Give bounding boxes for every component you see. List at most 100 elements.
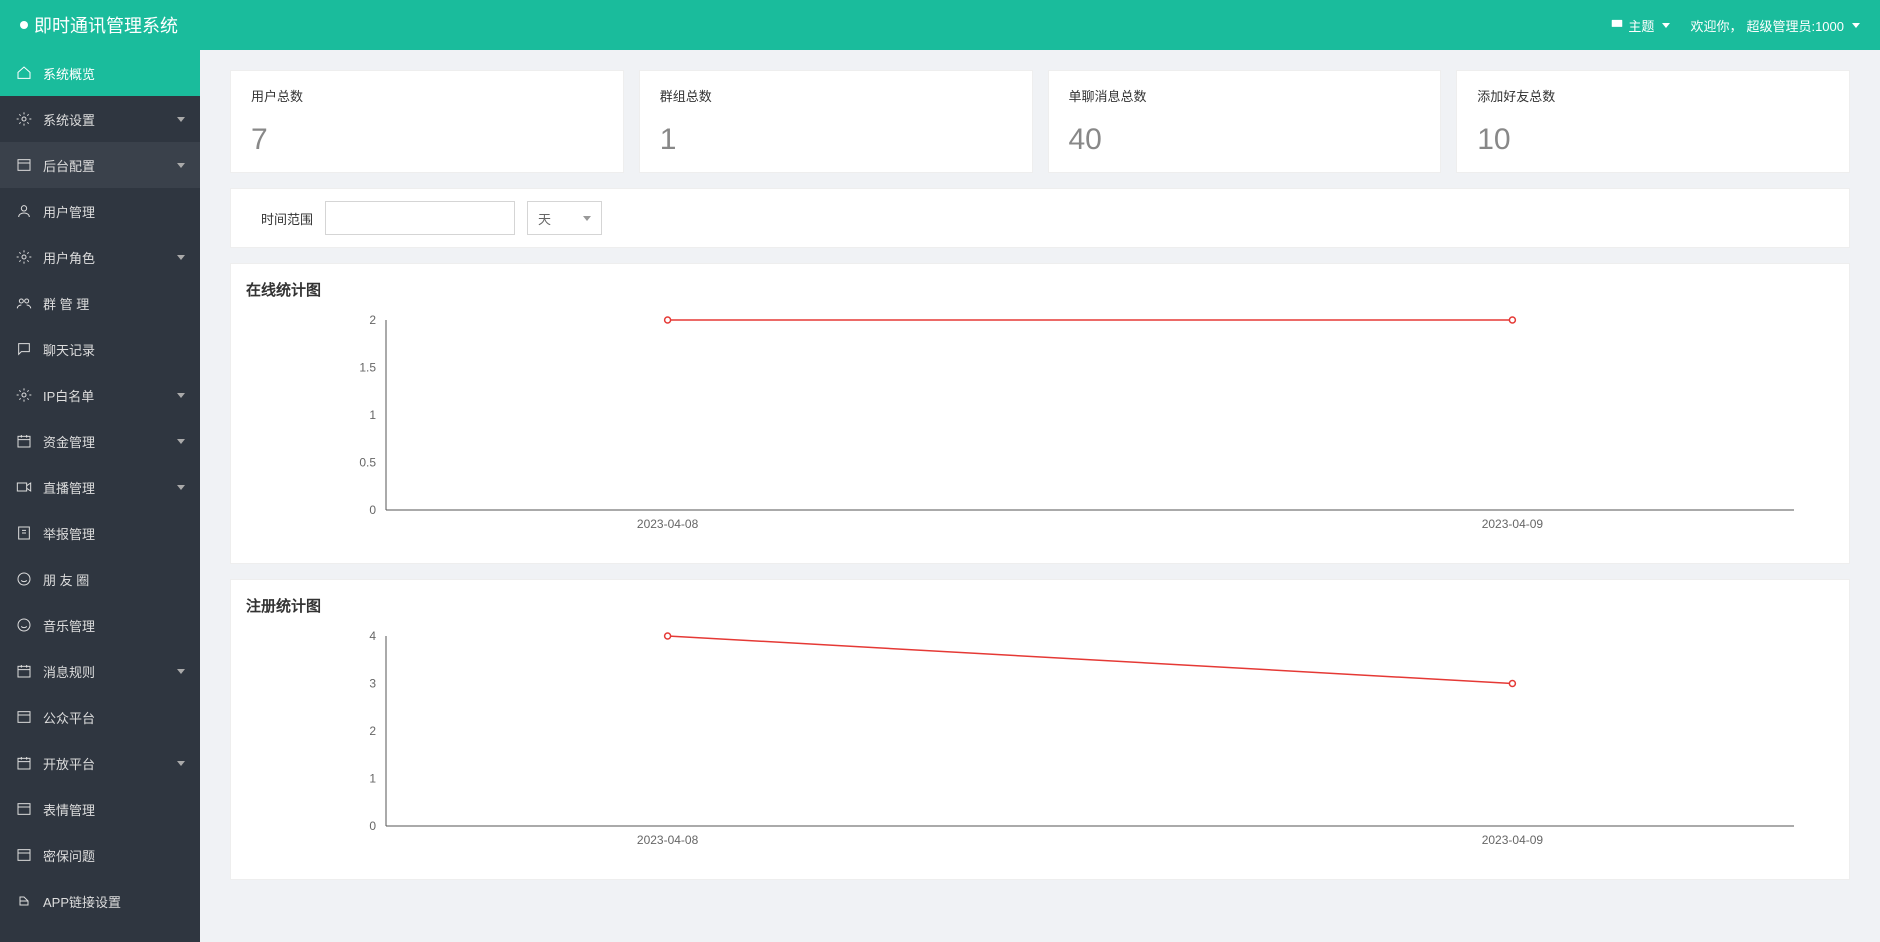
sidebar-item-6[interactable]: 聊天记录	[0, 326, 200, 372]
caret-down-icon	[1852, 23, 1860, 28]
online-line-chart: 00.511.522023-04-082023-04-09	[246, 310, 1834, 540]
sidebar-item-label: 开放平台	[43, 754, 95, 773]
unit-select-value: 天	[538, 209, 551, 228]
sidebar-item-label: APP链接设置	[43, 892, 121, 911]
sidebar-item-10[interactable]: 举报管理	[0, 510, 200, 556]
stat-label: 群组总数	[660, 86, 1012, 105]
sidebar-item-label: 系统概览	[43, 64, 95, 83]
sidebar-item-label: 举报管理	[43, 524, 95, 543]
chart-title: 在线统计图	[246, 279, 1834, 300]
report-icon	[15, 524, 33, 542]
stat-value: 1	[660, 123, 1012, 157]
svg-text:1.5: 1.5	[359, 361, 376, 375]
sidebar-item-5[interactable]: 群 管 理	[0, 280, 200, 326]
video-icon	[15, 478, 33, 496]
theme-dropdown[interactable]: 主题	[1610, 16, 1670, 35]
stat-card-messages: 单聊消息总数 40	[1048, 70, 1442, 173]
sidebar-item-18[interactable]: APP链接设置	[0, 878, 200, 924]
unit-select[interactable]: 天	[527, 201, 602, 235]
sidebar-item-label: 资金管理	[43, 432, 95, 451]
stat-label: 单聊消息总数	[1069, 86, 1421, 105]
register-line-chart: 012342023-04-082023-04-09	[246, 626, 1834, 856]
stat-value: 10	[1477, 123, 1829, 157]
user-dropdown[interactable]: 欢迎你， 超级管理员:1000	[1690, 16, 1860, 35]
sidebar-item-12[interactable]: 音乐管理	[0, 602, 200, 648]
sidebar-item-16[interactable]: 表情管理	[0, 786, 200, 832]
sidebar-item-13[interactable]: 消息规则	[0, 648, 200, 694]
chevron-down-icon	[177, 669, 185, 674]
svg-text:2023-04-08: 2023-04-08	[637, 517, 699, 531]
sidebar-item-4[interactable]: 用户角色	[0, 234, 200, 280]
app-title-wrap: 即时通讯管理系统	[20, 12, 178, 38]
sidebar-item-label: IP白名单	[43, 386, 94, 405]
sidebar-item-label: 公众平台	[43, 708, 95, 727]
sidebar-item-label: 音乐管理	[43, 616, 95, 635]
chat-icon	[15, 340, 33, 358]
caret-down-icon	[583, 216, 591, 221]
chevron-down-icon	[177, 163, 185, 168]
sidebar-item-label: 聊天记录	[43, 340, 95, 359]
sidebar-item-label: 群 管 理	[43, 294, 89, 313]
sidebar-item-1[interactable]: 系统设置	[0, 96, 200, 142]
stat-label: 添加好友总数	[1477, 86, 1829, 105]
register-chart-panel: 注册统计图 012342023-04-082023-04-09	[230, 579, 1850, 880]
calendar-icon	[15, 754, 33, 772]
sidebar-item-2[interactable]: 后台配置	[0, 142, 200, 188]
chevron-down-icon	[177, 117, 185, 122]
svg-text:0: 0	[369, 819, 376, 833]
svg-text:2023-04-08: 2023-04-08	[637, 833, 699, 847]
sidebar-item-14[interactable]: 公众平台	[0, 694, 200, 740]
filter-label: 时间范围	[261, 209, 313, 228]
stat-card-groups: 群组总数 1	[639, 70, 1033, 173]
sidebar-item-11[interactable]: 朋 友 圈	[0, 556, 200, 602]
user-icon	[15, 202, 33, 220]
sidebar-item-label: 用户角色	[43, 248, 95, 267]
sidebar-item-label: 消息规则	[43, 662, 95, 681]
user-label: 超级管理员:1000	[1746, 16, 1844, 35]
svg-text:4: 4	[369, 629, 376, 643]
gear-icon	[15, 248, 33, 266]
smile-icon	[15, 570, 33, 588]
sidebar-item-17[interactable]: 密保问题	[0, 832, 200, 878]
smile-icon	[15, 616, 33, 634]
caret-down-icon	[1662, 23, 1670, 28]
sidebar-item-3[interactable]: 用户管理	[0, 188, 200, 234]
chevron-down-icon	[177, 439, 185, 444]
svg-text:1: 1	[369, 772, 376, 786]
chevron-down-icon	[177, 393, 185, 398]
sidebar-item-7[interactable]: IP白名单	[0, 372, 200, 418]
stat-value: 7	[251, 123, 603, 157]
sidebar-item-8[interactable]: 资金管理	[0, 418, 200, 464]
svg-text:0.5: 0.5	[359, 456, 376, 470]
date-range-input[interactable]	[325, 201, 515, 235]
panel-icon	[15, 800, 33, 818]
chevron-down-icon	[177, 485, 185, 490]
stat-card-friends: 添加好友总数 10	[1456, 70, 1850, 173]
main-content: 用户总数 7 群组总数 1 单聊消息总数 40 添加好友总数 10 时间范围 天	[200, 50, 1880, 942]
sidebar-item-label: 密保问题	[43, 846, 95, 865]
sidebar-item-label: 用户管理	[43, 202, 95, 221]
group-icon	[15, 294, 33, 312]
sidebar-item-9[interactable]: 直播管理	[0, 464, 200, 510]
sidebar-item-0[interactable]: 系统概览	[0, 50, 200, 96]
sidebar-item-label: 后台配置	[43, 156, 95, 175]
stats-row: 用户总数 7 群组总数 1 单聊消息总数 40 添加好友总数 10	[230, 70, 1850, 173]
gear-icon	[15, 386, 33, 404]
panel-icon	[15, 846, 33, 864]
svg-text:2: 2	[369, 724, 376, 738]
calendar-icon	[15, 662, 33, 680]
svg-text:2023-04-09: 2023-04-09	[1482, 833, 1544, 847]
app-header: 即时通讯管理系统 主题 欢迎你， 超级管理员:1000	[0, 0, 1880, 50]
logo-dot-icon	[20, 21, 28, 29]
online-chart-panel: 在线统计图 00.511.522023-04-082023-04-09	[230, 263, 1850, 564]
svg-text:1: 1	[369, 408, 376, 422]
panel-icon	[15, 708, 33, 726]
filter-bar: 时间范围 天	[230, 188, 1850, 248]
app-title: 即时通讯管理系统	[34, 12, 178, 38]
header-right: 主题 欢迎你， 超级管理员:1000	[1610, 16, 1860, 35]
chevron-down-icon	[177, 761, 185, 766]
sidebar: 系统概览系统设置后台配置用户管理用户角色群 管 理聊天记录 IP白名单资金管理直播…	[0, 50, 200, 942]
sidebar-item-15[interactable]: 开放平台	[0, 740, 200, 786]
link-icon	[15, 892, 33, 910]
chart-title: 注册统计图	[246, 595, 1834, 616]
